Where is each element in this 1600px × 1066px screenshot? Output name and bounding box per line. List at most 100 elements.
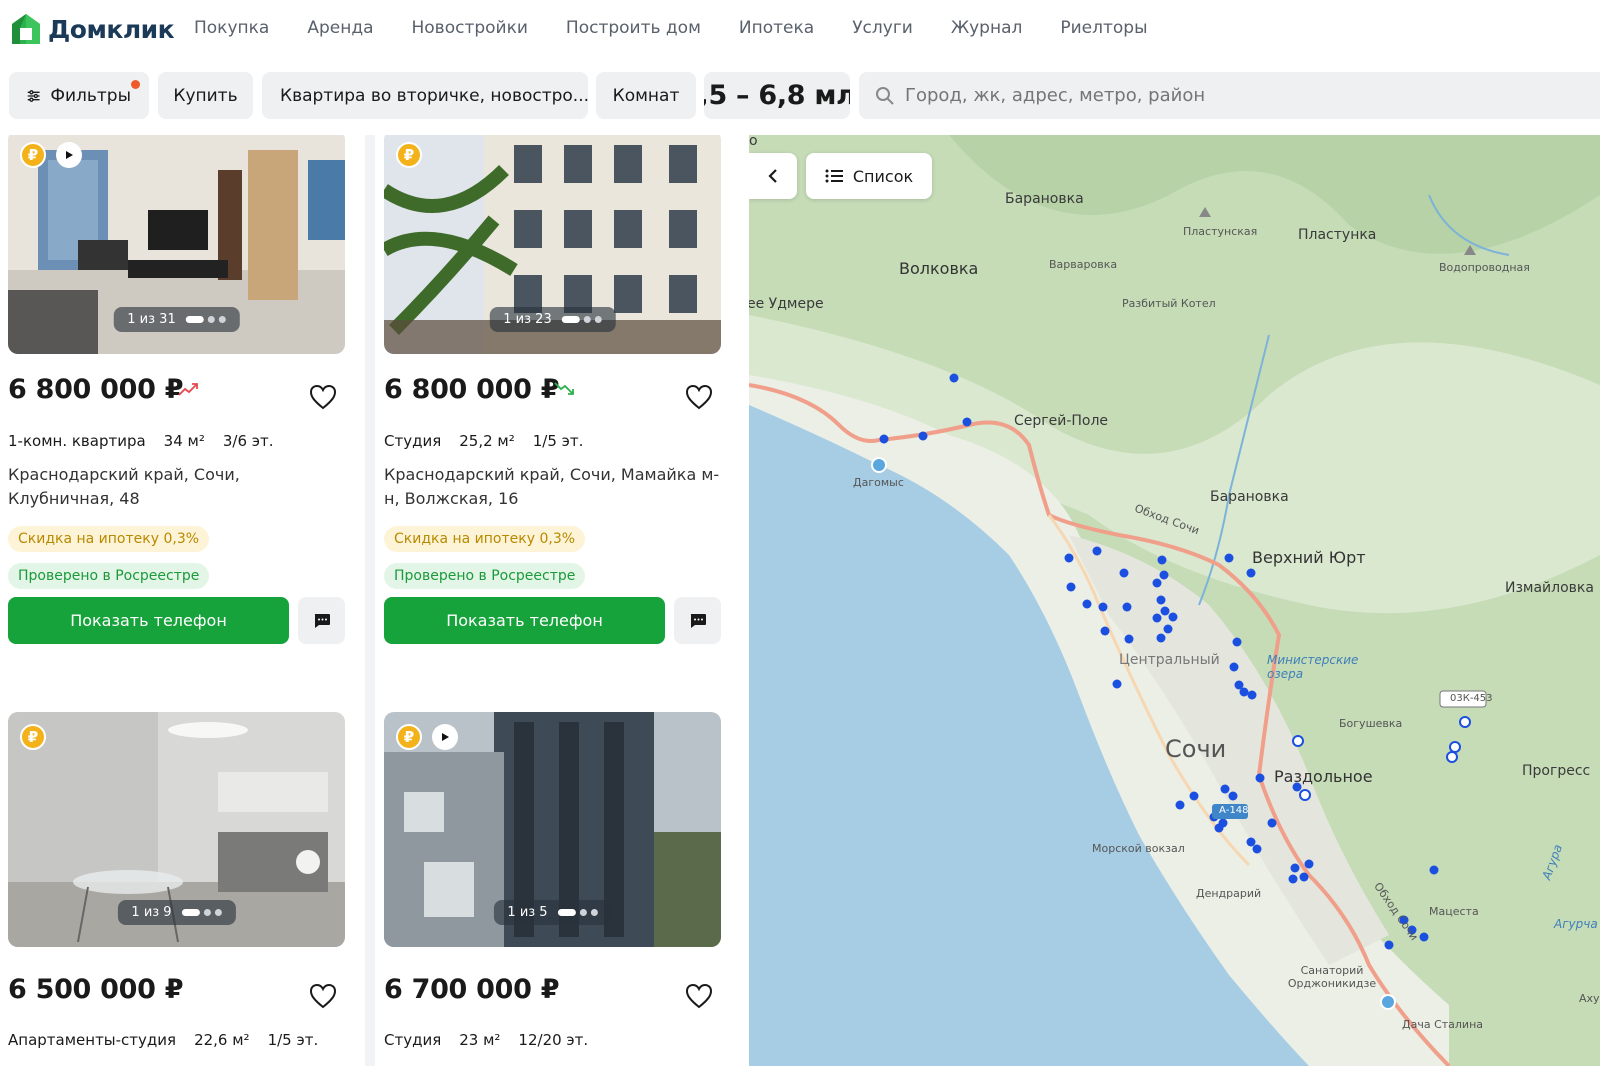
- favorite-heart-icon[interactable]: [685, 983, 713, 1009]
- mortgage-ruble-icon: ₽: [20, 142, 46, 168]
- map-place-label: Морской вокзал: [1092, 842, 1185, 855]
- map-place-label: Водопроводная: [1439, 261, 1530, 274]
- photo-counter: 1 из 23: [489, 307, 616, 332]
- listing-photo[interactable]: ₽ 1 из 5: [384, 712, 721, 947]
- listing-address[interactable]: Краснодарский край, Сочи, Клубничная, 48: [8, 463, 268, 511]
- show-phone-button[interactable]: Показать телефон: [8, 597, 289, 644]
- top-navigation: Домклик Покупка Аренда Новостройки Постр…: [0, 0, 1600, 58]
- nav-item-rent[interactable]: Аренда: [307, 18, 373, 38]
- rooms-select[interactable]: Комнат: [596, 72, 696, 119]
- listing-floor: 3/6 эт.: [222, 432, 274, 450]
- map-place-label: Санаторий Орджоникидзе: [1287, 964, 1377, 990]
- map-place-label: Мацеста: [1429, 905, 1479, 918]
- logo-text: Домклик: [48, 14, 175, 44]
- map-road-badge: А-148: [1219, 805, 1249, 816]
- show-list-button[interactable]: Список: [806, 153, 932, 199]
- listing-photo[interactable]: ₽ 1 из 23: [384, 135, 721, 354]
- list-icon: [825, 169, 843, 183]
- nav-item-build-house[interactable]: Построить дом: [566, 18, 701, 38]
- map-place-label: Пластунка: [1298, 227, 1377, 243]
- map-canvas: [749, 135, 1600, 1066]
- listing-area: 25,2 м²: [459, 432, 515, 450]
- map-place-label: Барановка: [1210, 489, 1289, 505]
- filters-active-dot: [131, 80, 140, 89]
- favorite-heart-icon[interactable]: [309, 983, 337, 1009]
- map-view[interactable]: Список о Барановка Пластунская Пластунка…: [749, 135, 1600, 1066]
- nav-item-new-buildings[interactable]: Новостройки: [412, 18, 528, 38]
- map-road-badge: 03К-453: [1450, 693, 1493, 704]
- listing-card[interactable]: ₽ 1 из 5 6 700 000 ₽ Студия 23 м² 12/20 …: [375, 702, 748, 1066]
- price-trend-down-icon: [554, 382, 574, 395]
- nav-item-buy[interactable]: Покупка: [194, 18, 269, 38]
- show-phone-button[interactable]: Показать телефон: [384, 597, 665, 644]
- map-place-label: Измайловка: [1505, 580, 1594, 596]
- map-place-label: Волковка: [899, 259, 979, 278]
- video-play-icon[interactable]: [56, 142, 82, 168]
- video-play-icon[interactable]: [432, 724, 458, 750]
- listing-area: 34 м²: [163, 432, 205, 450]
- filters-label: Фильтры: [50, 85, 131, 106]
- listing-specs: Апартаменты-студия 22,6 м² 1/5 эт.: [8, 1031, 318, 1049]
- listing-photo[interactable]: ₽ 1 из 31: [8, 135, 345, 354]
- map-back-button[interactable]: [749, 153, 797, 199]
- listing-floor: 1/5 эт.: [532, 432, 584, 450]
- map-place-label: Сергей-Поле: [1014, 413, 1109, 429]
- chat-button[interactable]: [298, 597, 345, 644]
- listing-floor: 1/5 эт.: [267, 1031, 319, 1049]
- map-place-label: Варваровка: [1049, 258, 1118, 271]
- verified-tag: Проверено в Росреестре: [8, 563, 210, 589]
- nav-item-realtors[interactable]: Риелторы: [1060, 18, 1147, 38]
- listing-card[interactable]: ₽ 1 из 9 6 500 000 ₽ Апартаменты-студия …: [0, 702, 365, 1066]
- listing-specs: 1-комн. квартира 34 м² 3/6 эт.: [8, 432, 274, 450]
- map-place-label: Богушевка: [1339, 717, 1403, 730]
- price-trend-up-icon: [178, 383, 198, 396]
- listing-type: Апартаменты-студия: [8, 1031, 177, 1049]
- map-city-label: Сочи: [1165, 735, 1227, 763]
- show-list-label: Список: [852, 166, 914, 186]
- deal-type-select[interactable]: Купить: [158, 72, 253, 119]
- mortgage-ruble-icon: ₽: [20, 724, 46, 750]
- mortgage-ruble-icon: ₽: [396, 724, 422, 750]
- mortgage-discount-tag: Скидка на ипотеку 0,3%: [8, 526, 210, 552]
- map-place-label: ее Удмерe: [749, 296, 824, 312]
- listing-area: 23 м²: [459, 1031, 501, 1049]
- map-place-label: Дача Сталина: [1402, 1018, 1484, 1031]
- map-place-label: Раздольное: [1274, 767, 1373, 786]
- photo-counter: 1 из 9: [117, 900, 236, 925]
- filters-button[interactable]: Фильтры: [9, 72, 149, 119]
- chat-button[interactable]: [674, 597, 721, 644]
- sliders-icon: [27, 89, 40, 102]
- listing-type: Студия: [384, 432, 442, 450]
- map-district-label: Центральный: [1119, 652, 1220, 668]
- map-place-label: Дагомыс: [853, 476, 904, 489]
- chevron-left-icon: [768, 169, 777, 183]
- logo[interactable]: Домклик: [10, 12, 175, 46]
- listing-price: 6 800 000 ₽: [384, 374, 560, 405]
- listing-specs: Студия 23 м² 12/20 эт.: [384, 1031, 588, 1049]
- photo-counter: 1 из 31: [113, 307, 240, 332]
- listing-photo[interactable]: ₽ 1 из 9: [8, 712, 345, 947]
- favorite-heart-icon[interactable]: [309, 384, 337, 410]
- chat-icon: [690, 613, 706, 628]
- listing-type: Студия: [384, 1031, 442, 1049]
- location-search[interactable]: [859, 72, 1600, 119]
- nav-item-services[interactable]: Услуги: [852, 18, 913, 38]
- nav-item-mortgage[interactable]: Ипотека: [739, 18, 814, 38]
- property-type-select[interactable]: Квартира во вторичке, новостро...: [262, 72, 588, 119]
- price-range-select[interactable]: 6,5 – 6,8 млн: [704, 72, 850, 119]
- map-river-label: Агурча: [1554, 917, 1598, 931]
- map-place-label: Барановка: [1005, 191, 1084, 207]
- listing-price: 6 500 000 ₽: [8, 974, 184, 1005]
- map-corner-label: о: [749, 135, 758, 149]
- nav-item-journal[interactable]: Журнал: [951, 18, 1023, 38]
- filter-bar: Фильтры Купить Квартира во вторичке, нов…: [0, 72, 1600, 120]
- favorite-heart-icon[interactable]: [685, 384, 713, 410]
- search-input[interactable]: [905, 85, 1585, 106]
- listing-address[interactable]: Краснодарский край, Сочи, Мамайка м-н, В…: [384, 463, 724, 511]
- listing-type: 1-комн. квартира: [8, 432, 146, 450]
- map-place-label: Разбитый Котел: [1122, 297, 1216, 310]
- map-lake-label: Министерские озера: [1267, 653, 1359, 681]
- listing-area: 22,6 м²: [194, 1031, 250, 1049]
- listings-panel: ₽ 1 из 31 6 800 000 ₽ 1-комн. квартира 3…: [0, 135, 748, 1066]
- mortgage-ruble-icon: ₽: [396, 142, 422, 168]
